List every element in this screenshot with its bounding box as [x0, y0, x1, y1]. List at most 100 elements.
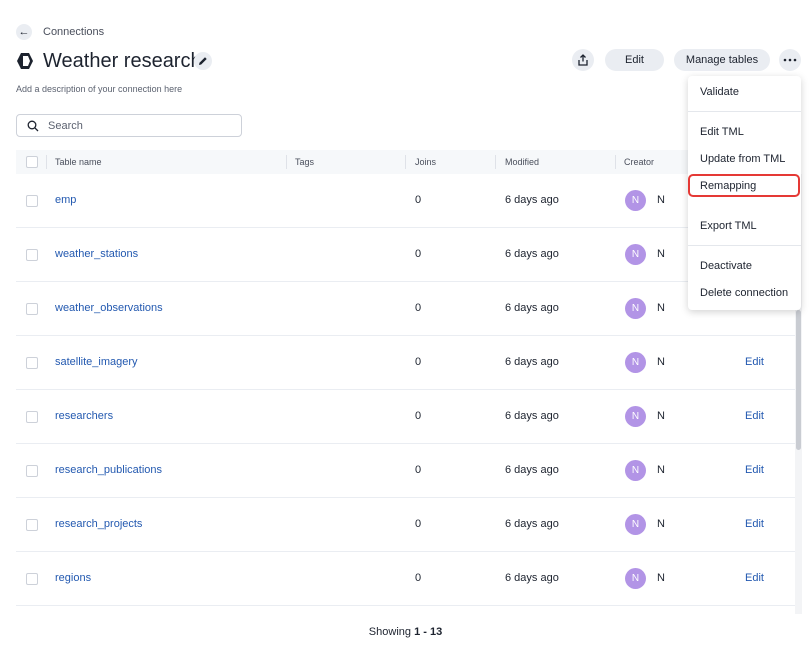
edit-button[interactable]: Edit [605, 49, 664, 71]
table-name-link[interactable]: weather_stations [55, 228, 138, 281]
modified-date: 6 days ago [505, 464, 559, 476]
breadcrumb[interactable]: Connections [43, 24, 104, 40]
menu-divider [688, 245, 801, 246]
table-row[interactable]: weather_stations 0 6 days ago N N [16, 228, 797, 282]
column-divider [46, 155, 47, 169]
table-row[interactable]: weather_observations 0 6 days ago N N [16, 282, 797, 336]
creator-name: N [657, 464, 665, 476]
avatar: N [625, 460, 646, 481]
avatar: N [625, 406, 646, 427]
row-checkbox[interactable] [26, 195, 38, 207]
joins-count: 0 [415, 248, 422, 260]
menu-item-validate[interactable]: Validate [688, 79, 801, 105]
column-header-modified[interactable]: Modified [505, 150, 539, 174]
row-checkbox[interactable] [26, 249, 38, 261]
row-checkbox[interactable] [26, 465, 38, 477]
table-name-link[interactable]: research_publications [55, 444, 162, 497]
column-divider [495, 155, 496, 169]
avatar: N [625, 514, 646, 535]
row-edit-link[interactable]: Edit [745, 390, 764, 443]
menu-divider [688, 111, 801, 112]
joins-count: 0 [415, 356, 422, 368]
more-options-menu: Validate Edit TML Update from TML Remapp… [688, 76, 801, 310]
joins-count: 0 [415, 464, 422, 476]
connection-icon [17, 53, 33, 69]
creator-name: N [657, 410, 665, 422]
joins-count: 0 [415, 410, 422, 422]
table-row[interactable]: satellite_imagery 0 6 days ago N N Edit [16, 336, 797, 390]
table-row[interactable]: emp 0 6 days ago N N [16, 174, 797, 228]
search-input[interactable] [48, 119, 228, 132]
avatar: N [625, 568, 646, 589]
column-header-joins[interactable]: Joins [415, 150, 436, 174]
joins-count: 0 [415, 572, 422, 584]
modified-date: 6 days ago [505, 410, 559, 422]
menu-item-delete-connection[interactable]: Delete connection [688, 280, 801, 306]
menu-item-remapping[interactable]: Remapping [688, 173, 801, 199]
table-row[interactable]: regions 0 6 days ago N N Edit [16, 552, 797, 606]
row-edit-link[interactable]: Edit [745, 552, 764, 605]
share-icon [578, 54, 588, 66]
edit-title-button[interactable] [194, 52, 212, 70]
menu-item-edit-tml[interactable]: Edit TML [688, 119, 801, 145]
arrow-left-icon: ← [18, 26, 30, 38]
column-header-name[interactable]: Table name [55, 150, 102, 174]
pagination-prefix: Showing [368, 626, 411, 638]
table-name-link[interactable]: regions [55, 552, 91, 605]
table-name-link[interactable]: satellite_imagery [55, 336, 138, 389]
description-text[interactable]: Add a description of your connection her… [16, 83, 182, 95]
menu-item-deactivate[interactable]: Deactivate [688, 253, 801, 279]
scrollbar-thumb[interactable] [796, 310, 801, 450]
column-header-tags[interactable]: Tags [295, 150, 314, 174]
avatar: N [625, 244, 646, 265]
pagination-info: Showing 1 - 13 [0, 626, 811, 638]
column-divider [286, 155, 287, 169]
avatar: N [625, 352, 646, 373]
more-horizontal-icon [783, 58, 797, 62]
row-edit-link[interactable]: Edit [745, 498, 764, 551]
page-title: Weather research [43, 50, 202, 72]
row-checkbox[interactable] [26, 519, 38, 531]
column-header-creator[interactable]: Creator [624, 150, 654, 174]
modified-date: 6 days ago [505, 518, 559, 530]
more-options-button[interactable] [779, 49, 801, 71]
pagination-range: 1 - 13 [414, 626, 443, 638]
row-checkbox[interactable] [26, 573, 38, 585]
creator-name: N [657, 194, 665, 206]
row-checkbox[interactable] [26, 357, 38, 369]
share-button[interactable] [572, 49, 594, 71]
search-box[interactable] [16, 114, 242, 137]
menu-item-export-tml[interactable]: Export TML [688, 213, 801, 239]
modified-date: 6 days ago [505, 248, 559, 260]
modified-date: 6 days ago [505, 572, 559, 584]
manage-tables-button[interactable]: Manage tables [674, 49, 770, 71]
table-row[interactable]: research_projects 0 6 days ago N N Edit [16, 498, 797, 552]
row-checkbox[interactable] [26, 303, 38, 315]
row-checkbox[interactable] [26, 411, 38, 423]
creator-name: N [657, 248, 665, 260]
modified-date: 6 days ago [505, 356, 559, 368]
modified-date: 6 days ago [505, 302, 559, 314]
column-divider [405, 155, 406, 169]
row-edit-link[interactable]: Edit [745, 336, 764, 389]
menu-item-update-from-tml[interactable]: Update from TML [688, 146, 801, 172]
table-row[interactable]: researchers 0 6 days ago N N Edit [16, 390, 797, 444]
creator-name: N [657, 356, 665, 368]
creator-name: N [657, 572, 665, 584]
table-name-link[interactable]: research_projects [55, 498, 142, 551]
avatar: N [625, 298, 646, 319]
creator-name: N [657, 518, 665, 530]
joins-count: 0 [415, 194, 422, 206]
table-name-link[interactable]: researchers [55, 390, 113, 443]
table-header: Table name Tags Joins Modified Creator [16, 150, 797, 174]
table-name-link[interactable]: emp [55, 174, 76, 227]
back-button[interactable]: ← [16, 24, 32, 40]
table-name-link[interactable]: weather_observations [55, 282, 163, 335]
joins-count: 0 [415, 518, 422, 530]
column-divider [615, 155, 616, 169]
pencil-icon [199, 57, 207, 65]
search-icon [27, 120, 39, 131]
row-edit-link[interactable]: Edit [745, 444, 764, 497]
table-row[interactable]: research_publications 0 6 days ago N N E… [16, 444, 797, 498]
select-all-checkbox[interactable] [26, 156, 38, 168]
